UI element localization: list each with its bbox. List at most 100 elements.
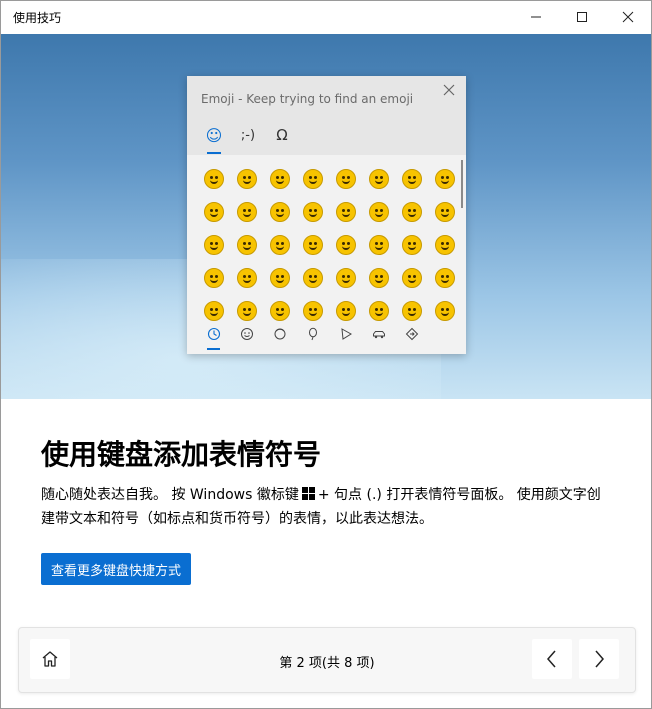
tab-kaomoji: ;-): [240, 127, 256, 143]
emoji-cell: [296, 261, 329, 294]
emoji-cell: [197, 195, 230, 228]
emoji-face-icon: [269, 234, 290, 255]
emoji-grid: [197, 162, 461, 327]
emoji-cell: [329, 162, 362, 195]
emoji-face-icon: [335, 168, 356, 189]
previous-button[interactable]: [532, 639, 572, 679]
emoji-face-icon: [269, 201, 290, 222]
emoji-cell: [395, 195, 428, 228]
minimize-button[interactable]: [513, 1, 559, 33]
pizza-icon: [329, 322, 362, 346]
close-icon: [622, 11, 634, 23]
emoji-cell: [329, 261, 362, 294]
emoji-cell: [197, 162, 230, 195]
emoji-face-icon: [401, 300, 422, 321]
emoji-face-icon: [434, 201, 455, 222]
emoji-cell: [296, 162, 329, 195]
symbols-icon: [395, 322, 428, 346]
emoji-face-icon: [335, 267, 356, 288]
emoji-face-icon: [335, 300, 356, 321]
car-icon: [362, 322, 395, 346]
emoji-cell: [263, 261, 296, 294]
emoji-cell: [395, 228, 428, 261]
emoji-cell: [428, 261, 461, 294]
tip-description-part1: 随心随处表达自我。 按 Windows 徽标键: [41, 487, 299, 503]
tab-emoji: ☺: [197, 122, 231, 154]
close-icon: [443, 84, 455, 96]
maximize-icon: [577, 12, 587, 22]
more-shortcuts-button[interactable]: 查看更多键盘快捷方式: [41, 553, 192, 585]
emoji-face-icon: [203, 168, 224, 189]
emoji-cell: [296, 195, 329, 228]
emoji-face-icon: [203, 234, 224, 255]
emoji-face-icon: [401, 168, 422, 189]
emoji-face-icon: [203, 300, 224, 321]
emoji-panel-tabs: ☺ ;-) Ω: [197, 122, 299, 154]
emoji-face-icon: [335, 234, 356, 255]
emoji-face-icon: [302, 267, 323, 288]
emoji-face-icon: [401, 234, 422, 255]
emoji-cell: [296, 228, 329, 261]
emoji-face-icon: [269, 267, 290, 288]
chevron-left-icon: [547, 650, 556, 668]
windows-logo-icon: [301, 487, 315, 500]
emoji-cell: [197, 228, 230, 261]
emoji-face-icon: [203, 267, 224, 288]
emoji-cell: [263, 195, 296, 228]
emoji-cell: [329, 195, 362, 228]
emoji-face-icon: [434, 234, 455, 255]
emoji-face-icon: [335, 201, 356, 222]
emoji-face-icon: [236, 300, 257, 321]
emoji-face-icon: [269, 300, 290, 321]
emoji-cell: [230, 195, 263, 228]
page-title: 使用键盘添加表情符号: [41, 438, 322, 471]
navigation-bar: 第 2 项(共 8 项): [18, 627, 636, 693]
emoji-category-bar: [197, 322, 428, 350]
emoji-cell: [395, 261, 428, 294]
maximize-button[interactable]: [559, 1, 605, 33]
emoji-cell: [362, 195, 395, 228]
emoji-face-icon: [236, 267, 257, 288]
emoji-face-icon: [302, 168, 323, 189]
close-button[interactable]: [605, 1, 651, 33]
emoji-cell: [230, 162, 263, 195]
balloon-icon: [296, 322, 329, 346]
people-icon: [263, 322, 296, 346]
emoji-face-icon: [434, 300, 455, 321]
emoji-cell: [362, 162, 395, 195]
emoji-face-icon: [302, 234, 323, 255]
tab-symbols: Ω: [276, 126, 288, 144]
title-bar: 使用技巧: [1, 1, 651, 33]
window-title: 使用技巧: [13, 10, 62, 25]
emoji-face-icon: [434, 168, 455, 189]
emoji-cell: [428, 195, 461, 228]
emoji-face-icon: [401, 201, 422, 222]
emoji-face-icon: [269, 168, 290, 189]
emoji-cell: [197, 261, 230, 294]
emoji-face-icon: [368, 267, 389, 288]
emoji-scrollbar: [461, 160, 463, 208]
emoji-cell: [428, 228, 461, 261]
emoji-face-icon: [302, 300, 323, 321]
emoji-face-icon: [203, 201, 224, 222]
minimize-icon: [531, 16, 541, 18]
chevron-right-icon: [595, 650, 604, 668]
tips-window: 使用技巧 Emoji - Keep trying to find an emoj…: [0, 0, 652, 709]
emoji-face-icon: [368, 201, 389, 222]
emoji-panel-title: Emoji - Keep trying to find an emoji: [201, 92, 414, 106]
emoji-cell: [428, 162, 461, 195]
emoji-cell: [263, 162, 296, 195]
emoji-face-icon: [434, 267, 455, 288]
emoji-face-icon: [302, 201, 323, 222]
emoji-cell: [230, 261, 263, 294]
tip-description: 随心随处表达自我。 按 Windows 徽标键 + 句点 (.) 打开表情符号面板…: [41, 483, 611, 531]
emoji-face-icon: [368, 168, 389, 189]
next-button[interactable]: [579, 639, 619, 679]
emoji-face-icon: [368, 234, 389, 255]
recent-icon: [197, 322, 230, 350]
emoji-panel: Emoji - Keep trying to find an emoji ☺ ;…: [187, 76, 466, 354]
emoji-face-icon: [236, 168, 257, 189]
hero-illustration: Emoji - Keep trying to find an emoji ☺ ;…: [1, 34, 651, 399]
emoji-panel-header: Emoji - Keep trying to find an emoji ☺ ;…: [187, 76, 466, 155]
emoji-cell: [230, 228, 263, 261]
